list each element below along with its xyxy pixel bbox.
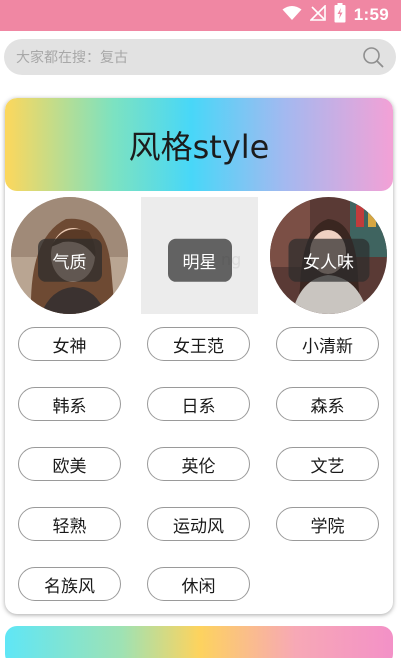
battery-icon	[334, 3, 346, 27]
search-area: 大家都在搜：复古	[0, 31, 401, 87]
status-bar: 1:59	[0, 0, 401, 31]
style-tag-grid: 女神 女王范 小清新 韩系 日系 森系 欧美 英伦 文艺 轻熟 运动风 学院 名…	[5, 98, 393, 614]
search-bar[interactable]: 大家都在搜：复古	[4, 39, 396, 75]
tag-button[interactable]: 文艺	[276, 447, 379, 481]
no-signal-icon	[308, 4, 326, 25]
tag-button[interactable]: 小清新	[276, 327, 379, 361]
style-card: 风格style 气质 ng 明星	[5, 98, 393, 614]
search-input[interactable]: 大家都在搜：复古	[16, 47, 128, 67]
search-icon[interactable]	[362, 46, 384, 68]
tag-button[interactable]: 英伦	[147, 447, 250, 481]
tag-button[interactable]: 休闲	[147, 567, 250, 601]
tag-button[interactable]: 学院	[276, 507, 379, 541]
tag-button[interactable]: 韩系	[18, 387, 121, 421]
tag-button[interactable]: 女神	[18, 327, 121, 361]
tag-button[interactable]: 森系	[276, 387, 379, 421]
tag-button[interactable]: 运动风	[147, 507, 250, 541]
next-card-header	[5, 626, 393, 658]
clock-time: 1:59	[353, 5, 389, 24]
wifi-icon	[282, 5, 302, 25]
tag-button[interactable]: 欧美	[18, 447, 121, 481]
tag-button[interactable]: 女王范	[147, 327, 250, 361]
tag-button[interactable]: 名族风	[18, 567, 121, 601]
tag-button[interactable]: 轻熟	[18, 507, 121, 541]
status-icons: 1:59	[282, 3, 389, 27]
tag-button[interactable]: 日系	[147, 387, 250, 421]
